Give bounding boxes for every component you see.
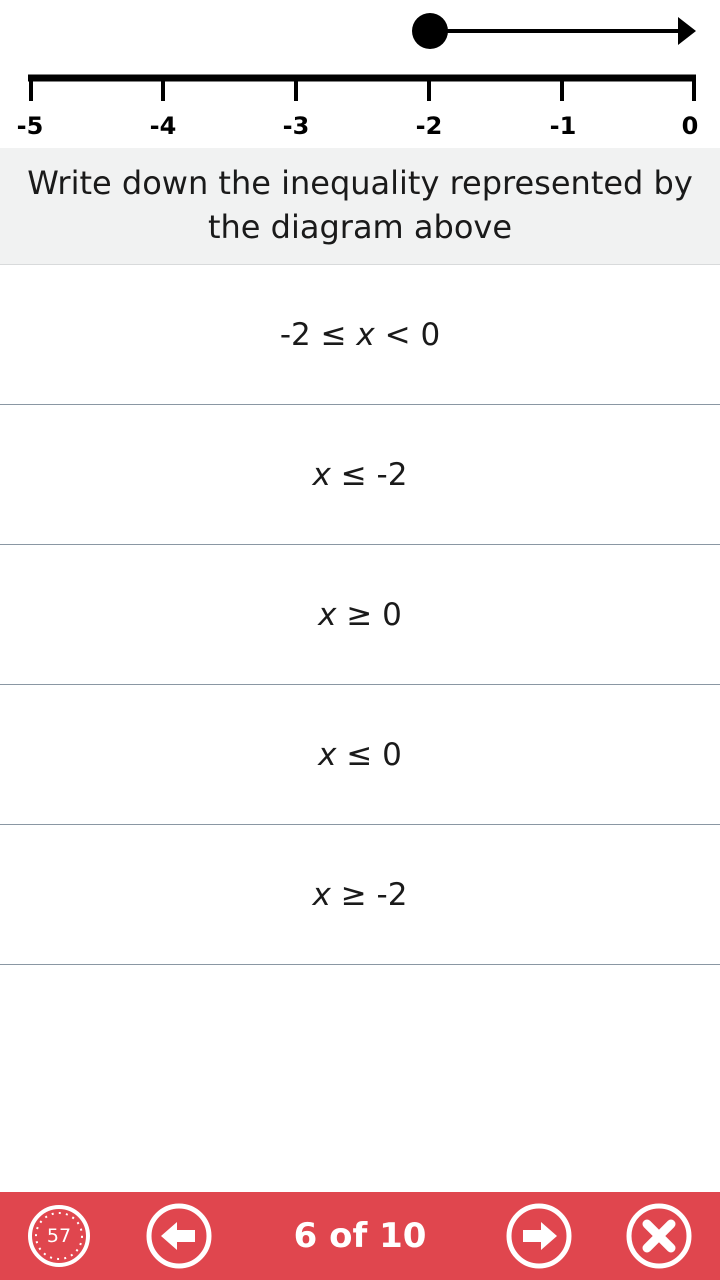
tick-label-neg1: -1 — [550, 112, 577, 140]
question-text: Write down the inequality represented by… — [27, 164, 693, 246]
question-panel: Write down the inequality represented by… — [0, 148, 720, 265]
answer-variable: x — [318, 596, 337, 633]
answer-text-suffix: ≥ -2 — [330, 876, 408, 913]
answer-variable: x — [312, 876, 331, 913]
answer-variable: x — [356, 316, 375, 353]
answer-label: x ≤ 0 — [318, 737, 402, 773]
tick-label-neg5: -5 — [17, 112, 44, 140]
answer-text-prefix: -2 ≤ — [279, 316, 357, 353]
answer-text-suffix: < 0 — [374, 316, 441, 353]
timer-value: 57 — [46, 1225, 72, 1247]
answer-option-1[interactable]: -2 ≤ x < 0 — [0, 265, 720, 405]
answer-option-4[interactable]: x ≤ 0 — [0, 685, 720, 825]
number-line-svg: -5 -4 -3 -2 -1 0 — [17, 13, 699, 140]
answer-label: -2 ≤ x < 0 — [280, 317, 440, 353]
arrow-right-icon — [506, 1203, 572, 1269]
answer-label: x ≥ -2 — [313, 877, 408, 913]
close-icon — [626, 1203, 692, 1269]
tick-label-neg4: -4 — [150, 112, 177, 140]
answer-variable: x — [312, 456, 331, 493]
quiz-screen: -5 -4 -3 -2 -1 0 Write down the inequali… — [0, 0, 720, 1280]
answer-variable: x — [318, 736, 337, 773]
answer-option-5[interactable]: x ≥ -2 — [0, 825, 720, 965]
previous-button[interactable] — [145, 1202, 213, 1270]
bottom-toolbar: 57 6 of 10 — [0, 1192, 720, 1280]
question-progress: 6 of 10 — [293, 1216, 427, 1256]
timer: 57 — [25, 1202, 93, 1270]
answer-text-suffix: ≤ 0 — [336, 736, 402, 773]
answer-option-3[interactable]: x ≥ 0 — [0, 545, 720, 685]
answer-label: x ≥ 0 — [318, 597, 402, 633]
closed-point-marker — [412, 13, 448, 49]
tick-label-neg3: -3 — [283, 112, 310, 140]
answer-option-2[interactable]: x ≤ -2 — [0, 405, 720, 545]
next-button[interactable] — [505, 1202, 573, 1270]
ray-arrowhead-icon — [678, 17, 696, 45]
answer-text-suffix: ≤ -2 — [330, 456, 408, 493]
tick-label-0: 0 — [682, 112, 699, 140]
arrow-left-icon — [146, 1203, 212, 1269]
answer-list: -2 ≤ x < 0 x ≤ -2 x ≥ 0 x ≤ 0 x ≥ -2 — [0, 265, 720, 965]
number-line-diagram: -5 -4 -3 -2 -1 0 — [0, 0, 720, 148]
close-button[interactable] — [625, 1202, 693, 1270]
answer-text-suffix: ≥ 0 — [336, 596, 402, 633]
tick-label-neg2: -2 — [416, 112, 443, 140]
answer-label: x ≤ -2 — [313, 457, 408, 493]
